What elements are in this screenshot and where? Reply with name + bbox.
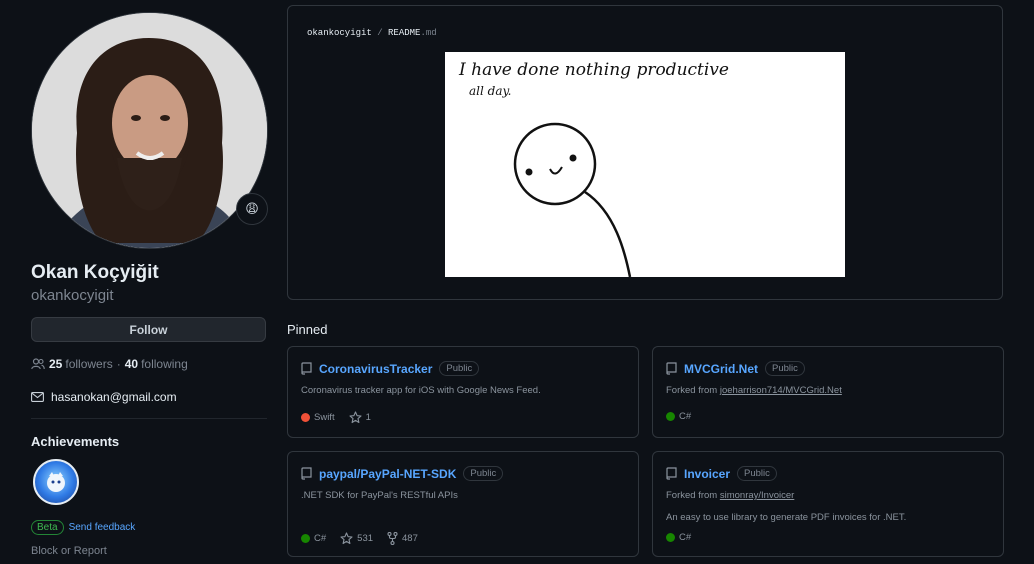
avatar-container: 😩 — [31, 12, 268, 249]
language-color-dot — [301, 413, 310, 422]
stars-link[interactable]: 1 — [349, 411, 371, 424]
language-label: Swift — [314, 412, 335, 423]
followers-count: 25 — [49, 357, 63, 371]
repo-link[interactable]: CoronavirusTracker — [319, 362, 432, 376]
pinned-card: CoronavirusTracker Public Coronavirus tr… — [287, 346, 639, 438]
repo-language: Swift — [301, 412, 335, 423]
language-label: C# — [679, 411, 692, 422]
following-label: following — [141, 357, 188, 371]
repo-link[interactable]: paypal/PayPal-NET-SDK — [319, 467, 456, 481]
repo-fork-icon — [666, 362, 677, 375]
readme-path: okankocyigit / README.md — [307, 28, 437, 38]
achievements-feedback-row: Beta Send feedback — [31, 520, 135, 535]
pinned-card: paypal/PayPal-NET-SDK Public .NET SDK fo… — [287, 451, 639, 557]
language-color-dot — [301, 534, 310, 543]
visibility-badge: Public — [439, 361, 480, 376]
avatar-image — [32, 13, 267, 248]
language-color-dot — [666, 533, 675, 542]
pinned-card: MVCGrid.Net Public Forked from joeharris… — [652, 346, 1004, 438]
follow-stats: 25 followers · 40 following — [31, 357, 188, 371]
email-row: hasanokan@gmail.com — [31, 390, 177, 404]
repo-language: C# — [301, 533, 326, 544]
repo-description: An easy to use library to generate PDF i… — [666, 512, 907, 523]
fork-icon — [387, 532, 398, 545]
send-feedback-link[interactable]: Send feedback — [69, 522, 136, 533]
pinned-card-header: Invoicer Public — [666, 466, 777, 481]
forked-prefix: Forked from — [666, 385, 718, 396]
achievement-octocat-icon — [47, 472, 65, 492]
stars-count: 531 — [357, 533, 374, 544]
star-icon — [340, 532, 353, 545]
people-icon — [31, 358, 45, 370]
language-color-dot — [666, 412, 675, 421]
follow-separator: · — [116, 357, 121, 371]
repo-language: C# — [666, 411, 691, 422]
repo-meta: C# — [666, 411, 691, 422]
mail-icon — [31, 392, 44, 402]
followers-label: followers — [65, 357, 113, 371]
repo-meta: C# 531 487 — [301, 532, 418, 545]
profile-fullname: Okan Koçyiğit — [31, 262, 159, 283]
avatar[interactable] — [31, 12, 268, 249]
readme-box: okankocyigit / README.md I have done not… — [287, 5, 1003, 300]
comic-stick-figure-icon — [513, 122, 632, 277]
star-icon — [349, 411, 362, 424]
readme-owner-link[interactable]: okankocyigit — [307, 28, 372, 38]
readme-comic-image: I have done nothing productive all day. — [445, 52, 845, 277]
language-label: C# — [679, 532, 692, 543]
pinned-card: Invoicer Public Forked from simonray/Inv… — [652, 451, 1004, 557]
repo-fork-icon — [666, 467, 677, 480]
pinned-card-header: MVCGrid.Net Public — [666, 361, 805, 376]
status-emoji-icon[interactable]: 😩 — [236, 193, 268, 225]
repo-link[interactable]: MVCGrid.Net — [684, 362, 758, 376]
forked-from: Forked from simonray/Invoicer — [666, 490, 794, 501]
beta-badge: Beta — [31, 520, 64, 535]
forked-prefix: Forked from — [666, 490, 718, 501]
forked-from: Forked from joeharrison714/MVCGrid.Net — [666, 385, 842, 396]
profile-login: okankocyigit — [31, 287, 114, 304]
stars-link[interactable]: 531 — [340, 532, 373, 545]
following-count: 40 — [124, 357, 139, 371]
visibility-badge: Public — [765, 361, 805, 376]
repo-icon — [301, 362, 312, 375]
pinned-title: Pinned — [287, 322, 328, 337]
forked-source-link[interactable]: joeharrison714/MVCGrid.Net — [720, 385, 842, 396]
repo-description: .NET SDK for PayPal's RESTful APIs — [301, 490, 458, 501]
followers-link[interactable]: 25 followers — [49, 357, 113, 371]
repo-description: Coronavirus tracker app for iOS with Goo… — [301, 385, 541, 396]
follow-button[interactable]: Follow — [31, 317, 266, 342]
repo-link[interactable]: Invoicer — [684, 467, 730, 481]
block-or-report-link[interactable]: Block or Report — [31, 545, 107, 557]
pinned-card-header: paypal/PayPal-NET-SDK Public — [301, 466, 504, 481]
forks-count: 487 — [402, 533, 418, 544]
following-link[interactable]: 40 following — [125, 357, 188, 371]
readme-extension: .md — [420, 28, 437, 38]
repo-language: C# — [666, 532, 691, 543]
achievements-title: Achievements — [31, 434, 120, 449]
pinned-card-header: CoronavirusTracker Public — [301, 361, 480, 376]
forks-link[interactable]: 487 — [387, 532, 418, 545]
readme-filename: README — [388, 28, 421, 38]
email-link[interactable]: hasanokan@gmail.com — [51, 390, 177, 404]
language-label: C# — [314, 533, 327, 544]
stars-count: 1 — [365, 412, 371, 423]
forked-source-link[interactable]: simonray/Invoicer — [720, 490, 794, 501]
repo-meta: Swift 1 — [301, 411, 371, 424]
repo-icon — [301, 467, 312, 480]
sidebar-divider — [31, 418, 267, 419]
visibility-badge: Public — [463, 466, 504, 481]
readme-path-separator: / — [377, 28, 383, 38]
achievement-badge-icon[interactable] — [33, 459, 79, 505]
repo-meta: C# — [666, 532, 691, 543]
visibility-badge: Public — [737, 466, 777, 481]
